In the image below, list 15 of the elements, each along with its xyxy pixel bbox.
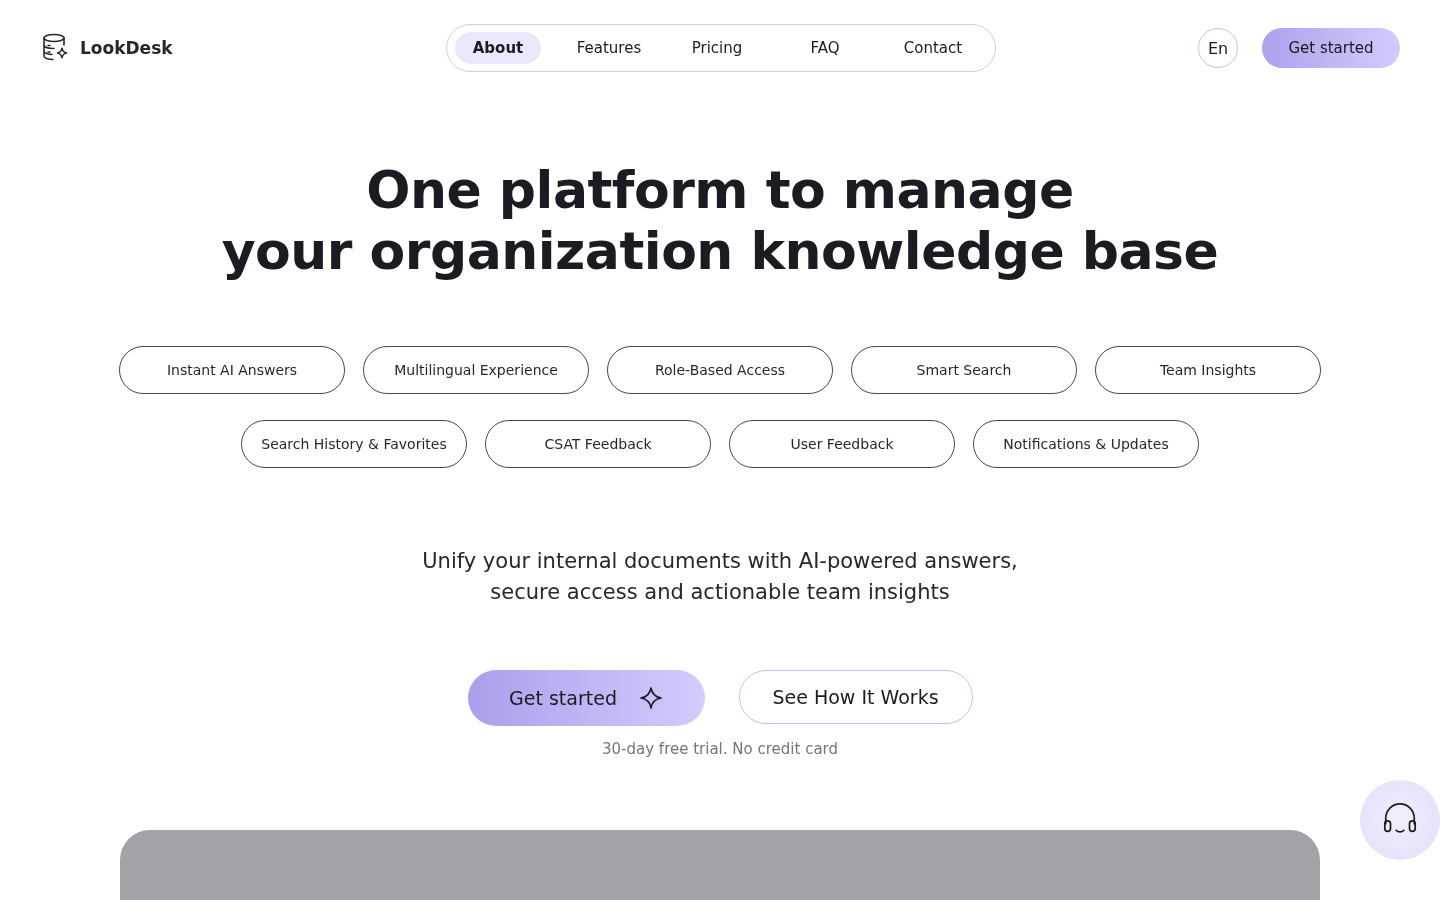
language-button[interactable]: En	[1198, 28, 1238, 68]
trial-note: 30-day free trial. No credit card	[602, 740, 838, 758]
nav-link[interactable]: FAQ	[771, 32, 879, 64]
nav-link[interactable]: About	[455, 32, 541, 64]
sparkle-icon	[638, 686, 663, 710]
subtitle: Unify your internal documents with AI-powered answers, secure access and actionable team insights	[422, 548, 1018, 606]
brand-name[interactable]: LookDesk	[80, 38, 173, 58]
headline: One platform to manage your organization knowledge base	[221, 160, 1219, 282]
see-how-it-works-button[interactable]: See How It Works	[738, 670, 973, 724]
get-started-button[interactable]: Get started	[467, 670, 705, 726]
database-sparkle-icon	[42, 33, 70, 63]
get-started-button[interactable]: Get started	[1262, 28, 1400, 68]
nav-link[interactable]: Pricing	[663, 32, 771, 64]
nav-link[interactable]: Features	[555, 32, 663, 64]
nav-link[interactable]: Contact	[879, 32, 987, 64]
